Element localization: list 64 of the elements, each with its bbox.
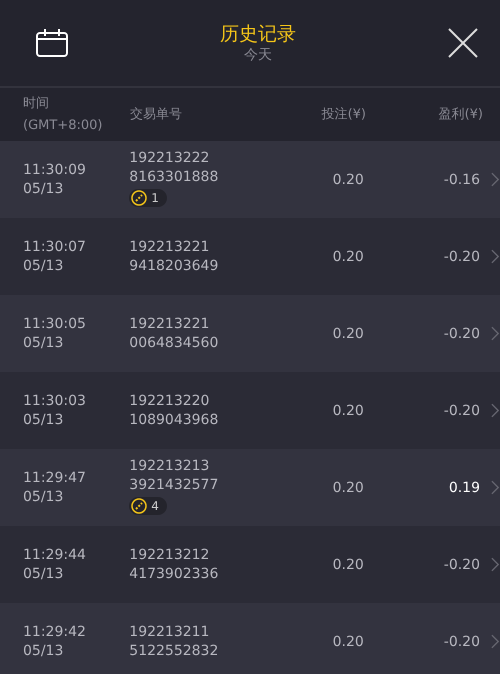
profit-amount: -0.20: [442, 248, 480, 264]
table-row[interactable]: 11:29:47 05/13 192213213 3921432577 4 0.20 0.19: [0, 449, 500, 526]
time-text: 11:30:05: [23, 314, 87, 334]
order-number: 8163301888: [129, 168, 220, 187]
time-text: 11:29:42: [23, 622, 87, 642]
bet-amount: 0.20: [332, 402, 364, 418]
column-header: (GMT+8:00): [23, 116, 104, 134]
date-text: 05/13: [23, 180, 64, 198]
window-title: 历史记录: [220, 22, 296, 46]
calendar-icon[interactable]: [36, 29, 68, 57]
order-number: 192213221: [129, 238, 210, 256]
order-number: 192213211: [129, 622, 210, 642]
link-count-badge: 4: [129, 497, 167, 515]
order-number: 192213213: [129, 457, 210, 476]
date-text: 05/13: [23, 256, 64, 276]
order-number: 1089043968: [129, 410, 220, 430]
order-number: 5122552832: [129, 642, 220, 660]
column-header: 投注(¥): [322, 106, 366, 124]
link-count-badge: 1: [129, 189, 167, 207]
profit-amount: -0.20: [442, 556, 480, 572]
chevron-icon: [491, 557, 500, 572]
order-number: 3921432577: [129, 476, 220, 495]
order-number: 0064834560: [129, 334, 220, 352]
bet-amount: 0.20: [332, 326, 364, 342]
bet-amount: 0.20: [332, 634, 364, 650]
date-text: 05/13: [23, 488, 64, 506]
column-header: 时间: [23, 94, 50, 112]
date-text: 05/13: [23, 642, 64, 660]
table-row[interactable]: 11:30:09 05/13 192213222 8163301888 1 0.20 -0.16: [0, 141, 500, 218]
bet-amount: 0.20: [332, 248, 364, 264]
chevron-icon: [491, 634, 500, 649]
chevron-icon: [491, 172, 500, 187]
date-filter-label: 今天: [244, 46, 272, 64]
bet-amount: 0.20: [332, 480, 364, 496]
close-icon[interactable]: [448, 28, 478, 58]
column-header: 交易单号: [130, 106, 183, 124]
date-text: 05/13: [23, 334, 64, 352]
order-number: 192213212: [129, 546, 210, 564]
bet-amount: 0.20: [332, 172, 364, 188]
time-text: 11:30:03: [23, 392, 87, 410]
chevron-icon: [491, 480, 500, 495]
order-number: 192213222: [129, 149, 210, 168]
chevron-icon: [491, 403, 500, 418]
time-text: 11:30:07: [23, 238, 87, 256]
time-text: 11:29:44: [23, 546, 87, 564]
order-number: 9418203649: [129, 256, 220, 276]
chevron-icon: [491, 249, 500, 264]
profit-amount: 0.19: [448, 480, 480, 496]
bet-amount: 0.20: [332, 556, 364, 572]
table-row[interactable]: 11:30:05 05/13 192213221 0064834560 0.20 -0.20: [0, 295, 500, 372]
time-text: 11:30:09: [23, 160, 87, 180]
order-number: 192213220: [129, 392, 210, 410]
profit-amount: -0.20: [442, 402, 480, 418]
table-row[interactable]: 11:29:42 05/13 192213211 5122552832 0.20 -0.20: [0, 603, 500, 674]
profit-amount: -0.20: [442, 634, 480, 650]
date-text: 05/13: [23, 410, 64, 430]
order-number: 192213221: [129, 314, 210, 334]
date-text: 05/13: [23, 564, 64, 584]
profit-amount: -0.20: [442, 326, 480, 342]
order-number: 4173902336: [129, 564, 220, 584]
profit-amount: -0.16: [442, 172, 480, 188]
chevron-icon: [491, 326, 500, 341]
time-text: 11:29:47: [23, 468, 87, 488]
column-header: 盈利(¥): [438, 106, 483, 124]
